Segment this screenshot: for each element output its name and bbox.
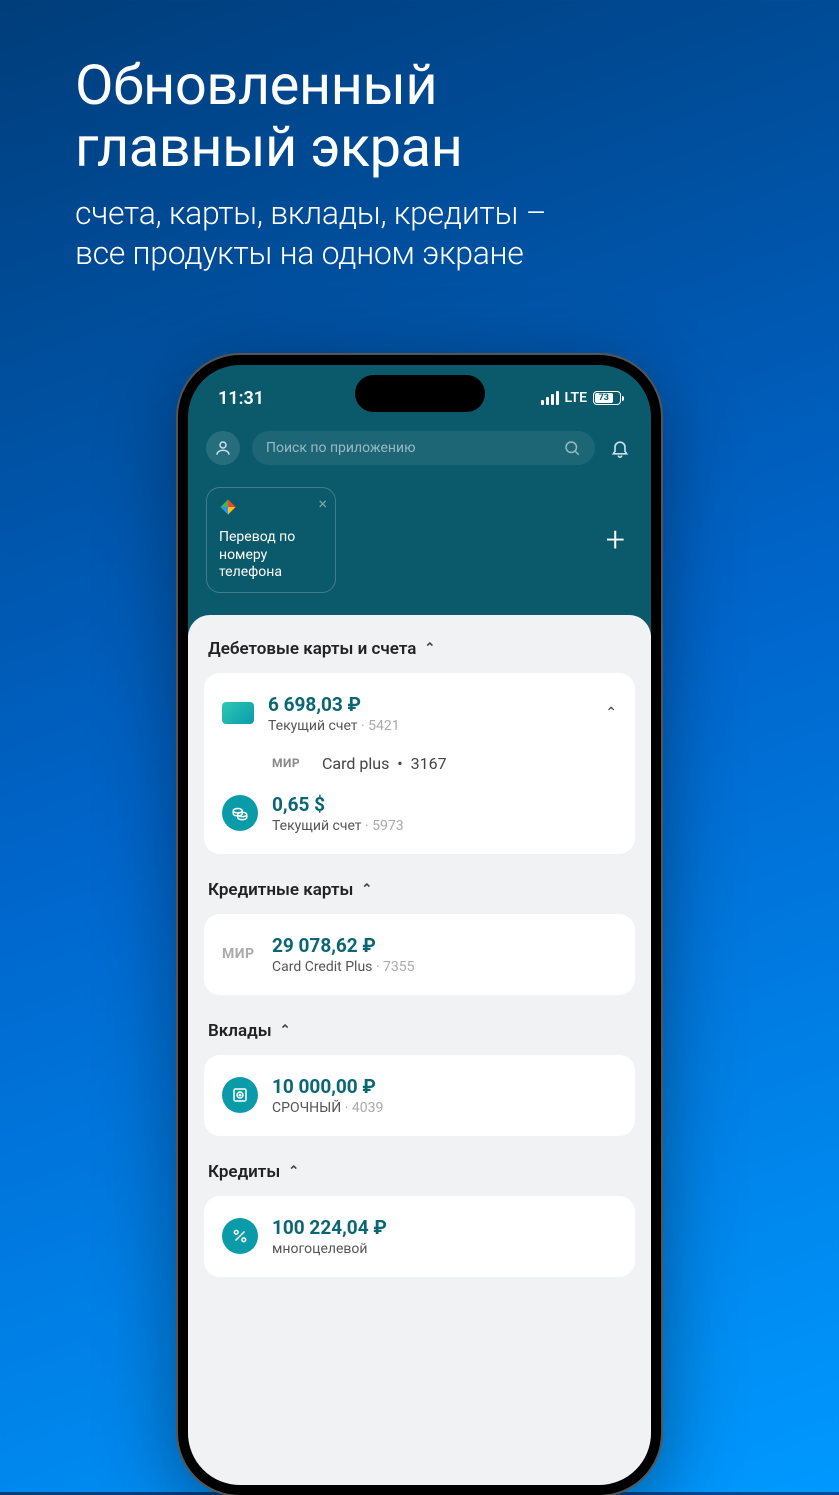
loan-amount: 100 224,04 ₽ (272, 1216, 617, 1239)
deposit-sub: СРОЧНЫЙ · 4039 (272, 1100, 617, 1116)
content-sheet: Дебетовые карты и счета ⌃ 6 698,03 ₽ Тек… (188, 615, 651, 1486)
chevron-up-icon: ⌃ (361, 882, 372, 897)
section-debit-title: Дебетовые карты и счета (208, 639, 416, 659)
account-amount: 6 698,03 ₽ (268, 693, 591, 716)
account-row[interactable]: 0,65 $ Текущий счет · 5973 (204, 779, 635, 848)
mir-logo: МИР (272, 756, 308, 770)
section-credit-title: Кредитные карты (208, 880, 353, 900)
section-deposits-header[interactable]: Вклады ⌃ (204, 999, 635, 1055)
chevron-up-icon: ⌃ (424, 641, 435, 656)
account-amount: 0,65 $ (272, 793, 617, 816)
sbp-icon (219, 498, 303, 521)
promo-title-line1: Обновленный (75, 52, 437, 118)
deposit-row[interactable]: 10 000,00 ₽ СРОЧНЫЙ · 4039 (204, 1061, 635, 1130)
app-header: Поиск по приложению (188, 415, 651, 479)
chevron-up-icon: ⌃ (280, 1023, 291, 1038)
promo-subtitle: счета, карты, вклады, кредиты – все прод… (0, 193, 839, 273)
credit-amount: 29 078,62 ₽ (272, 934, 617, 957)
add-quick-action-button[interactable]: + (606, 520, 633, 560)
battery-pct: 73 (595, 393, 613, 403)
loans-card: 100 224,04 ₽ многоцелевой (204, 1196, 635, 1277)
account-sub: Текущий счет · 5973 (272, 818, 617, 834)
search-icon (563, 439, 581, 457)
account-sub: Текущий счет · 5421 (268, 718, 591, 734)
promo-title-line2: главный экран (75, 114, 462, 180)
credit-row[interactable]: МИР 29 078,62 ₽ Card Credit Plus · 7355 (204, 920, 635, 989)
percent-icon (222, 1218, 258, 1254)
loan-sub: многоцелевой (272, 1241, 617, 1257)
credit-card: МИР 29 078,62 ₽ Card Credit Plus · 7355 (204, 914, 635, 995)
promo-sub-line1: счета, карты, вклады, кредиты – (75, 194, 546, 232)
deposits-card: 10 000,00 ₽ СРОЧНЫЙ · 4039 (204, 1055, 635, 1136)
section-loans-header[interactable]: Кредиты ⌃ (204, 1140, 635, 1196)
credit-sub: Card Credit Plus · 7355 (272, 959, 617, 975)
bell-icon (610, 438, 630, 458)
profile-button[interactable] (206, 431, 240, 465)
battery-icon: 73 (593, 391, 621, 405)
notifications-button[interactable] (607, 435, 633, 461)
mir-logo: МИР (222, 946, 258, 962)
person-icon (214, 439, 232, 457)
section-debit-header[interactable]: Дебетовые карты и счета ⌃ (204, 633, 635, 673)
dynamic-island (355, 375, 485, 412)
promo-sub-line2: все продукты на одном экране (75, 234, 524, 272)
promo-title: Обновленный главный экран (0, 0, 839, 193)
linked-card-label: Card plus • 3167 (322, 754, 447, 773)
section-deposits-title: Вклады (208, 1021, 272, 1041)
account-row[interactable]: 6 698,03 ₽ Текущий счет · 5421 ⌃ (204, 679, 635, 748)
search-input[interactable]: Поиск по приложению (252, 431, 595, 465)
chevron-up-icon: ⌃ (605, 705, 617, 721)
signal-icon (541, 391, 559, 405)
status-network: LTE (565, 390, 587, 406)
status-right: LTE 73 (541, 390, 621, 406)
close-icon[interactable]: × (318, 496, 327, 512)
quick-action-transfer[interactable]: × Перевод по номеру телефона (206, 487, 336, 593)
loan-row[interactable]: 100 224,04 ₽ многоцелевой (204, 1202, 635, 1271)
debit-card: 6 698,03 ₽ Текущий счет · 5421 ⌃ МИР Car… (204, 673, 635, 854)
linked-card-row[interactable]: МИР Card plus • 3167 (204, 748, 635, 779)
deposit-amount: 10 000,00 ₽ (272, 1075, 617, 1098)
search-placeholder: Поиск по приложению (266, 440, 563, 456)
quick-actions: × Перевод по номеру телефона + (188, 479, 651, 615)
section-credit-header[interactable]: Кредитные карты ⌃ (204, 858, 635, 914)
phone-screen: 11:31 LTE 73 Поиск по приложению (188, 365, 651, 1485)
chevron-up-icon: ⌃ (288, 1164, 299, 1179)
phone-frame: 11:31 LTE 73 Поиск по приложению (178, 355, 661, 1495)
safe-icon (222, 1077, 258, 1113)
section-loans-title: Кредиты (208, 1162, 280, 1182)
coins-icon (222, 795, 258, 831)
status-time: 11:31 (218, 388, 264, 409)
card-mini-icon (222, 702, 254, 724)
quick-action-label: Перевод по номеру телефона (219, 529, 303, 582)
